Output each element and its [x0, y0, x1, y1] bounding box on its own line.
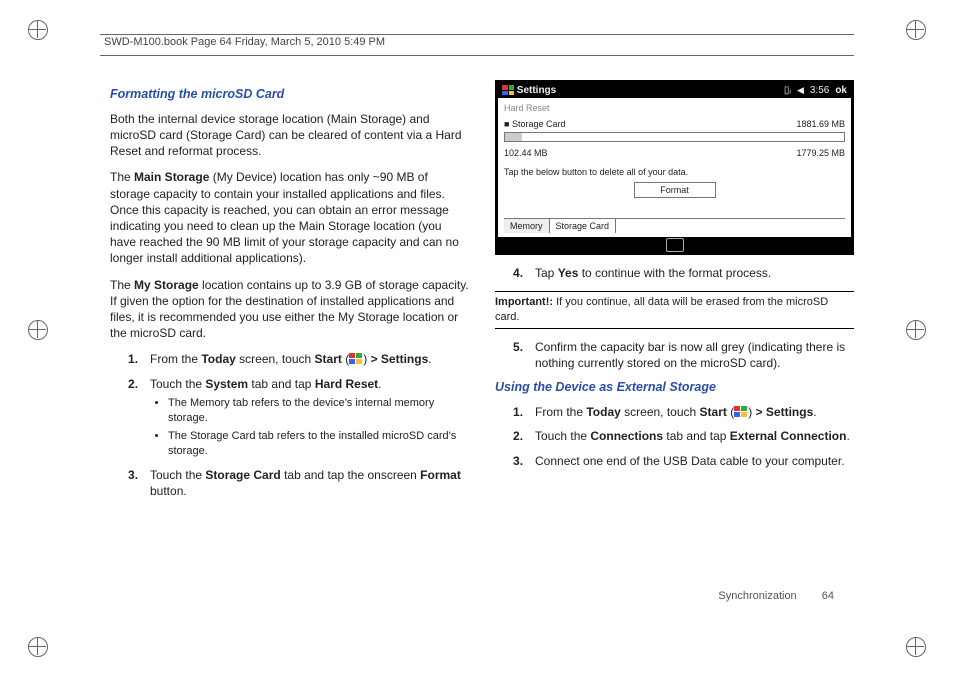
signal-icon: ▯ᵢ	[784, 84, 791, 98]
steps-list-cont2: Confirm the capacity bar is now all grey…	[513, 339, 854, 371]
page-header: SWD-M100.book Page 64 Friday, March 5, 2…	[100, 34, 854, 56]
ok-button: ok	[835, 84, 847, 98]
crop-mark-icon	[28, 637, 48, 662]
steps-list-b: From the Today screen, touch Start () > …	[513, 404, 854, 469]
clock-text: 3:56	[810, 84, 829, 98]
crop-mark-icon	[906, 20, 926, 45]
screenshot-titlebar: Settings ▯ᵢ ◀ 3:56 ok	[498, 83, 851, 98]
step-item: Tap Yes to continue with the format proc…	[513, 265, 854, 281]
step-item: From the Today screen, touch Start () > …	[128, 351, 469, 367]
right-column: Settings ▯ᵢ ◀ 3:56 ok Hard Reset ■ Stora…	[495, 80, 854, 622]
format-message: Tap the below button to delete all of yo…	[504, 166, 845, 178]
paragraph: The Main Storage (My Device) location ha…	[110, 169, 469, 266]
steps-list-cont: Tap Yes to continue with the format proc…	[513, 265, 854, 281]
step-item: Connect one end of the USB Data cable to…	[513, 453, 854, 469]
crop-mark-icon	[28, 20, 48, 45]
step-item: Touch the Storage Card tab and tap the o…	[128, 467, 469, 499]
crop-mark-icon	[28, 320, 48, 345]
windows-logo-icon	[734, 406, 748, 418]
windows-logo-icon	[349, 353, 363, 365]
bullet-item: The Memory tab refers to the device's in…	[168, 396, 469, 426]
steps-list: From the Today screen, touch Start () > …	[128, 351, 469, 499]
crop-mark-icon	[906, 320, 926, 345]
storage-row: ■ Storage Card 1881.69 MB	[504, 117, 845, 131]
speaker-icon: ◀	[797, 84, 804, 96]
page-number: 64	[822, 590, 834, 602]
step-item: Touch the System tab and tap Hard Reset.…	[128, 376, 469, 460]
device-screenshot: Settings ▯ᵢ ◀ 3:56 ok Hard Reset ■ Stora…	[495, 80, 854, 255]
step-item: Touch the Connections tab and tap Extern…	[513, 428, 854, 444]
section-heading-external: Using the Device as External Storage	[495, 379, 854, 396]
keyboard-icon	[666, 238, 684, 252]
step-item: Confirm the capacity bar is now all grey…	[513, 339, 854, 371]
format-button: Format	[634, 182, 716, 198]
paragraph: The My Storage location contains up to 3…	[110, 277, 469, 342]
page-body: Formatting the microSD Card Both the int…	[110, 80, 854, 622]
crop-mark-icon	[906, 637, 926, 662]
capacity-bar	[504, 132, 845, 142]
screenshot-bottombar	[498, 237, 851, 252]
screenshot-tabs: Memory Storage Card	[504, 218, 845, 233]
paragraph: Both the internal device storage locatio…	[110, 111, 469, 160]
important-note: Important!: If you continue, all data wi…	[495, 291, 854, 329]
screenshot-body: Hard Reset ■ Storage Card 1881.69 MB 102…	[498, 98, 851, 238]
hard-reset-label: Hard Reset	[504, 102, 845, 114]
storage-row: 102.44 MB 1779.25 MB	[504, 146, 845, 160]
left-column: Formatting the microSD Card Both the int…	[110, 80, 469, 622]
footer-section: Synchronization	[718, 590, 796, 602]
tab-storage-card: Storage Card	[550, 219, 617, 233]
page-footer: Synchronization 64	[718, 589, 834, 604]
section-heading-format: Formatting the microSD Card	[110, 86, 469, 103]
bullet-item: The Storage Card tab refers to the insta…	[168, 429, 469, 459]
windows-logo-icon	[502, 85, 514, 95]
step-item: From the Today screen, touch Start () > …	[513, 404, 854, 420]
tab-memory: Memory	[504, 219, 550, 233]
